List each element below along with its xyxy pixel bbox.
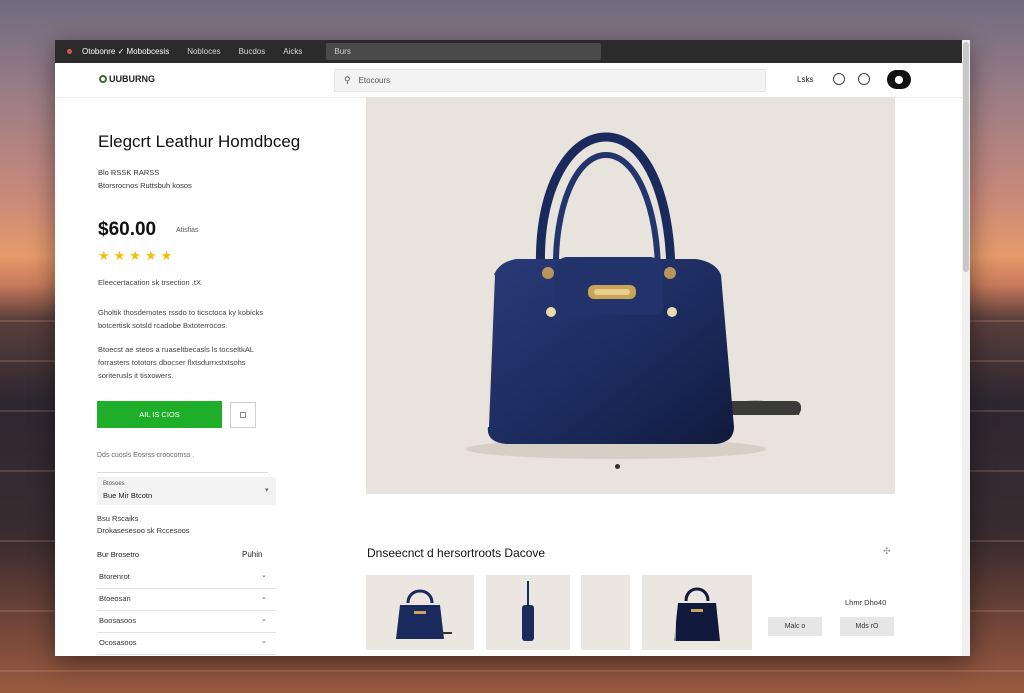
close-window-icon[interactable] [67,49,72,54]
product-note: Eleecertacation sk trsection .tX [98,278,201,287]
chevron-down-icon: ▾ [265,487,269,494]
browser-tab[interactable]: Aicks [283,47,302,56]
search-placeholder: Etocours [358,76,391,85]
sea-ripple [0,670,1024,672]
related-product-thumbnail[interactable] [366,575,474,650]
related-product-thumbnail[interactable] [581,575,630,650]
product-meta: Blo RSSK RARSS [98,168,160,177]
accordion-heading-right: Puhin [242,550,263,559]
accordion-item[interactable]: Ocosasoos ⌄ [97,633,276,655]
divider [97,472,268,473]
product-meta: Btorsrocnos Ruttsbuh kosos [98,181,192,190]
search-icon: ⚲ [344,75,351,85]
variant-select[interactable]: Btosoes Bue Mir Btcotn ▾ [97,477,276,505]
related-product-thumbnail[interactable] [486,575,570,650]
header-link[interactable]: Lsks [797,75,813,84]
browser-tab[interactable]: Nobloces [187,47,220,56]
handbag-thumb-icon [674,587,720,642]
product-title: Elegcrt Leathur Homdbceg [98,132,301,151]
expand-icon[interactable]: ✣ [883,546,891,557]
browser-tab[interactable]: Bucdos [239,47,266,56]
accordion-item-label: Ocosasoos [99,638,137,647]
site-header: UUBURNG ⚲ Etocours Lsks ⬤ [55,63,962,98]
rating-stars: ★★★★★ [98,248,177,263]
handbag-side-icon [522,581,534,641]
logo-text: UUBURNG [109,74,155,84]
browser-tab[interactable]: Otobonre ✓ Mobobcesis [82,47,169,56]
heart-icon [240,412,246,418]
search-input[interactable]: ⚲ Etocours [334,69,766,92]
wishlist-button[interactable] [230,402,256,428]
accordion-item[interactable]: Btorenrot ⌄ [97,567,276,589]
price-note: Atisfias [176,227,199,234]
scrollbar-thumb[interactable] [963,42,969,272]
chevron-down-icon: ⌄ [261,638,267,645]
total-label: Lhmr Dho40 [845,598,887,607]
related-action-button[interactable]: Malc o [768,617,822,636]
chevron-down-icon: ⌄ [261,572,267,579]
account-icon[interactable] [833,73,845,85]
shipping-note: Dds cuosls Eosrss croocomss . [97,452,195,459]
browser-window: Otobonre ✓ Mobobcesis Nobloces Bucdos Ai… [55,40,970,656]
site-logo[interactable]: UUBURNG [99,74,155,84]
accordion-item-label: Btorenrot [99,572,130,581]
product-price: $60.00 [98,219,157,240]
related-section-title: Dnseecnct d hersortroots Dacove [367,546,546,560]
browser-tab-bar: Otobonre ✓ Mobobcesis Nobloces Bucdos Ai… [55,40,970,63]
select-value: Bue Mir Btcotn [103,491,153,500]
accordion-heading: Bur Brosetro [97,550,140,559]
scrollbar[interactable] [962,40,970,656]
chevron-down-icon: ⌄ [261,594,267,601]
accordion-item[interactable]: Boosasoos ⌄ [97,611,276,633]
chevron-down-icon: ⌄ [261,616,267,623]
address-bar[interactable]: Burs [326,43,602,60]
shipping-title: Bsu Rscaiks [97,514,139,523]
product-description: Gholtik thosdemotes rssdo to ticsctoca k… [98,308,264,330]
product-hero-image[interactable] [366,97,895,494]
accordion-item[interactable]: Btoeosan ⌄ [97,589,276,611]
related-action-button[interactable]: Mds rO [840,617,894,636]
carousel-dot[interactable] [615,464,620,469]
shipping-subtitle: Drokasesesoo sk Rccesoos [97,526,190,535]
accordion-item-label: Boosasoos [99,616,137,625]
cart-button[interactable]: ⬤ [887,70,911,89]
related-product-thumbnail[interactable] [642,575,752,650]
product-description: Btoecst ae steos a ruaseltbecasls ls toc… [98,345,254,380]
accordion-item-label: Btoeosan [99,594,131,603]
logo-icon [99,75,107,83]
wishlist-icon[interactable] [858,73,870,85]
handbag-thumb-icon [396,589,452,639]
add-to-cart-button[interactable]: AIL IS CIOS [97,401,222,428]
select-label: Btosoes [103,481,125,487]
handbag-illustration [466,132,801,459]
